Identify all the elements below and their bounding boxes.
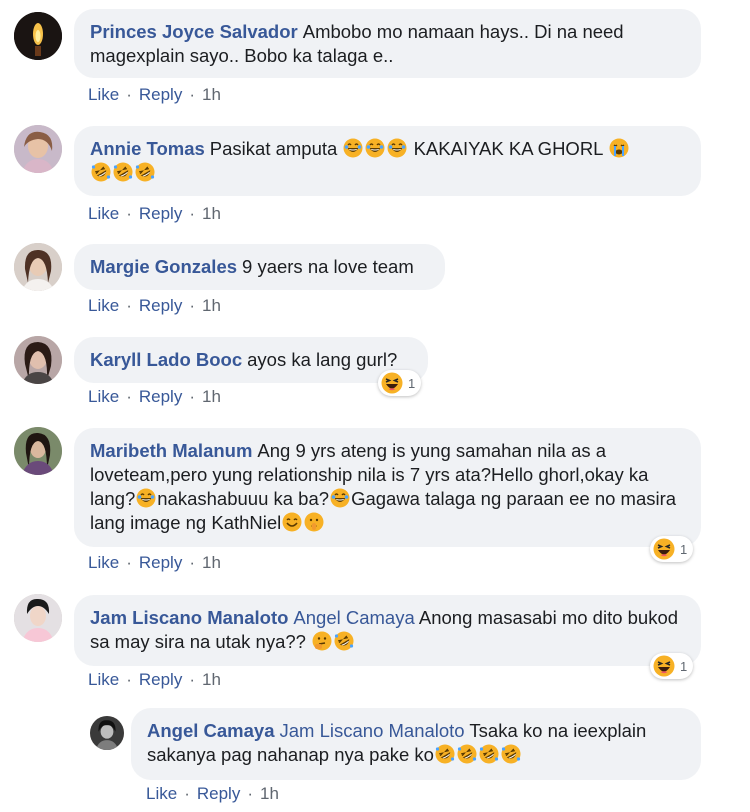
like-link[interactable]: Like (88, 670, 119, 689)
mention-link[interactable]: Jam Liscano Manaloto (280, 720, 465, 741)
comment-author[interactable]: Jam Liscano Manaloto (90, 607, 288, 628)
rofl-emoji-icon (501, 744, 521, 764)
separator: · (184, 784, 190, 803)
separator: · (126, 670, 132, 689)
timestamp[interactable]: 1h (202, 387, 221, 406)
haha-reaction-icon (381, 372, 403, 394)
separator: · (189, 204, 195, 223)
reaction-summary[interactable]: 1 (650, 536, 694, 562)
timestamp[interactable]: 1h (202, 296, 221, 315)
reaction-count: 1 (408, 375, 416, 391)
separator: · (247, 784, 253, 803)
laughing-emoji-icon (365, 138, 385, 158)
comment-text: ayos ka lang gurl? (247, 349, 398, 370)
comment-bubble: Annie Tomas Pasikat amputa KAKAIYAK KA GH… (74, 126, 701, 196)
avatar[interactable] (14, 336, 62, 384)
reply-link[interactable]: Reply (139, 85, 182, 104)
rofl-emoji-icon (457, 744, 477, 764)
thinking-emoji-icon (312, 631, 332, 651)
haha-reaction-icon (653, 655, 675, 677)
like-link[interactable]: Like (88, 553, 119, 572)
smiling-emoji-icon (282, 512, 302, 532)
reply-link[interactable]: Reply (139, 204, 182, 223)
separator: · (126, 296, 132, 315)
rofl-emoji-icon (113, 162, 133, 182)
separator: · (126, 387, 132, 406)
haha-reaction-icon (653, 538, 675, 560)
comment-bubble: Angel Camaya Jam Liscano Manaloto Tsaka k… (131, 708, 701, 780)
rofl-emoji-icon (334, 631, 354, 651)
separator: · (189, 553, 195, 572)
like-link[interactable]: Like (88, 204, 119, 223)
reaction-count: 1 (680, 658, 688, 674)
mention-link[interactable]: Angel Camaya (293, 607, 414, 628)
avatar[interactable] (90, 716, 124, 750)
comment-actions: Like · Reply · 1h (146, 784, 279, 804)
comment-actions: Like · Reply · 1h (88, 296, 221, 316)
separator: · (189, 670, 195, 689)
separator: · (189, 387, 195, 406)
rofl-emoji-icon (435, 744, 455, 764)
reply-link[interactable]: Reply (139, 670, 182, 689)
crying-emoji-icon (609, 138, 629, 158)
comment-bubble: Maribeth Malanum Ang 9 yrs ateng is yung … (74, 428, 701, 547)
timestamp[interactable]: 1h (202, 670, 221, 689)
comment-bubble: Jam Liscano Manaloto Angel Camaya Anong m… (74, 595, 701, 666)
separator: · (126, 204, 132, 223)
comment-text: Pasikat amputa (209, 138, 338, 159)
reply-link[interactable]: Reply (139, 296, 182, 315)
laughing-emoji-icon (387, 138, 407, 158)
like-link[interactable]: Like (88, 387, 119, 406)
avatar[interactable] (14, 125, 62, 173)
separator: · (189, 85, 195, 104)
comment-author[interactable]: Karyll Lado Booc (90, 349, 242, 370)
comment-author[interactable]: Princes Joyce Salvador (90, 21, 298, 42)
comment-author[interactable]: Margie Gonzales (90, 256, 237, 277)
comment-author[interactable]: Angel Camaya (147, 720, 275, 741)
like-link[interactable]: Like (88, 85, 119, 104)
comment-actions: Like · Reply · 1h (88, 85, 221, 105)
comment-text-2: nakashabuuu ka ba? (157, 488, 330, 509)
avatar[interactable] (14, 594, 62, 642)
rofl-emoji-icon (135, 162, 155, 182)
comment-author[interactable]: Annie Tomas (90, 138, 205, 159)
comment-bubble: Margie Gonzales 9 yaers na love team (74, 244, 445, 290)
timestamp[interactable]: 1h (202, 553, 221, 572)
comment-actions: Like · Reply · 1h (88, 553, 221, 573)
comment-text-2: KAKAIYAK KA GHORL (413, 138, 603, 159)
avatar[interactable] (14, 12, 62, 60)
comment-actions: Like · Reply · 1h (88, 387, 221, 407)
timestamp[interactable]: 1h (202, 204, 221, 223)
timestamp[interactable]: 1h (260, 784, 279, 803)
comment-text: 9 yaers na love team (242, 256, 414, 277)
like-link[interactable]: Like (88, 296, 119, 315)
like-link[interactable]: Like (146, 784, 177, 803)
reaction-count: 1 (680, 541, 688, 557)
separator: · (126, 85, 132, 104)
separator: · (126, 553, 132, 572)
separator: · (189, 296, 195, 315)
comment-bubble: Princes Joyce Salvador Ambobo mo namaan h… (74, 9, 701, 78)
reply-link[interactable]: Reply (139, 553, 182, 572)
laughing-emoji-icon (330, 488, 350, 508)
laughing-emoji-icon (343, 138, 363, 158)
comment-bubble: Karyll Lado Booc ayos ka lang gurl? (74, 337, 428, 383)
hushed-emoji-icon (304, 512, 324, 532)
timestamp[interactable]: 1h (202, 85, 221, 104)
avatar[interactable] (14, 427, 62, 475)
avatar[interactable] (14, 243, 62, 291)
reaction-summary[interactable]: 1 (378, 370, 422, 396)
rofl-emoji-icon (91, 162, 111, 182)
comment-actions: Like · Reply · 1h (88, 670, 221, 690)
reply-link[interactable]: Reply (197, 784, 240, 803)
laughing-emoji-icon (136, 488, 156, 508)
reaction-summary[interactable]: 1 (650, 653, 694, 679)
rofl-emoji-icon (479, 744, 499, 764)
reply-link[interactable]: Reply (139, 387, 182, 406)
comment-actions: Like · Reply · 1h (88, 204, 221, 224)
comment-author[interactable]: Maribeth Malanum (90, 440, 252, 461)
